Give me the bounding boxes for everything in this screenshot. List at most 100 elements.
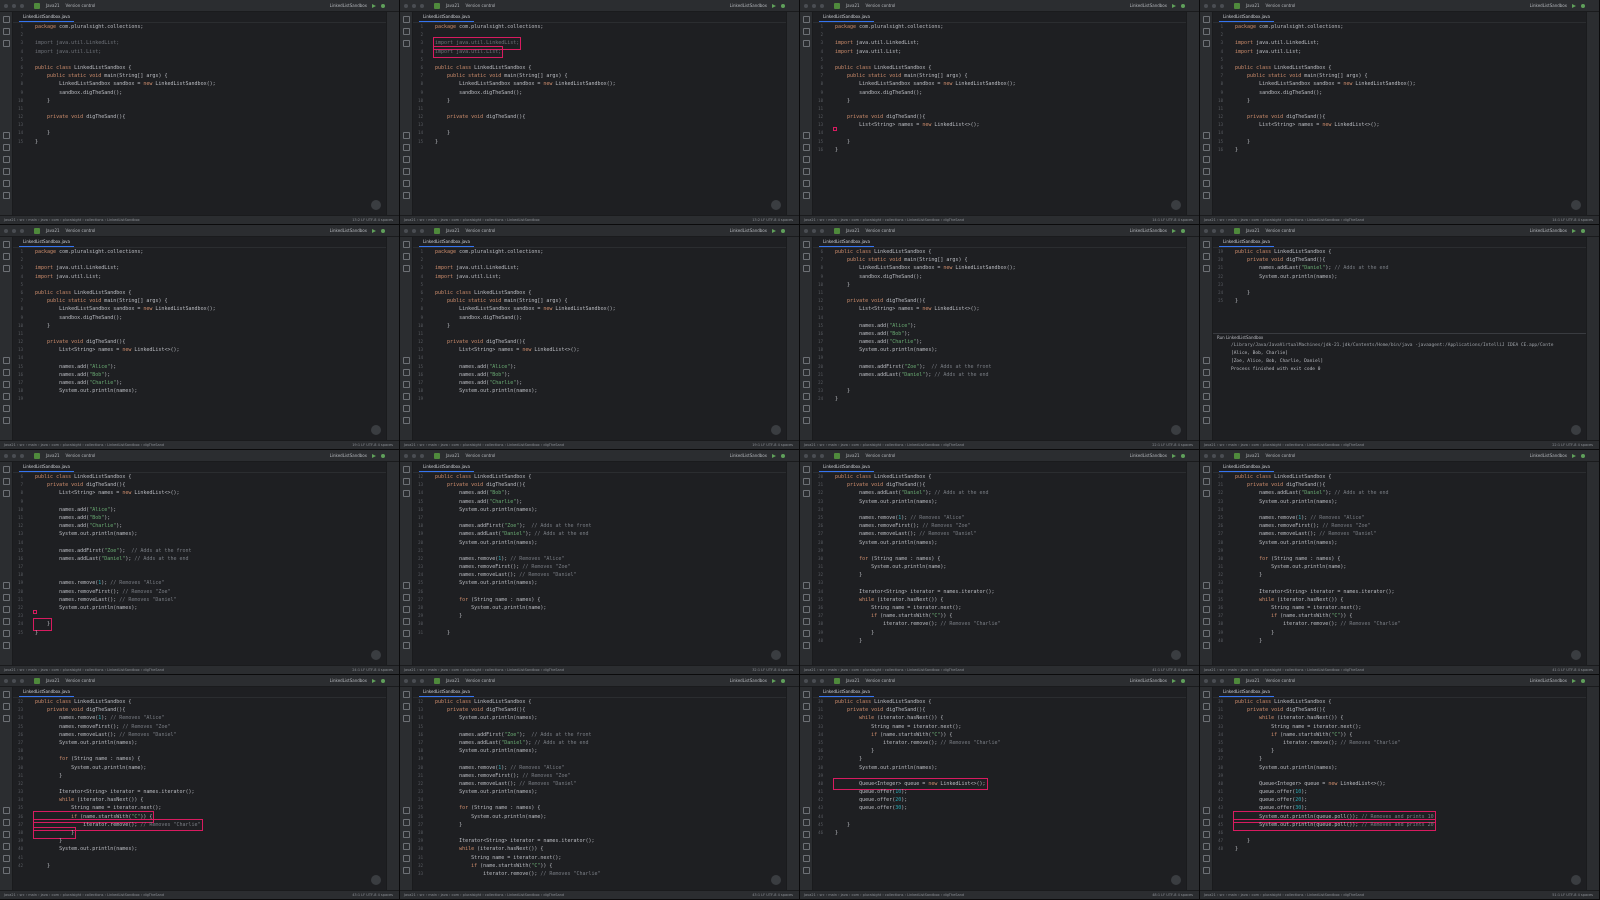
window-control-icon[interactable] [20,678,24,683]
debug-icon[interactable] [781,3,785,8]
tool-window-icon[interactable] [803,867,810,874]
debug-icon[interactable] [1181,228,1185,233]
project-name[interactable]: Java21 [446,678,460,683]
window-control-icon[interactable] [1204,453,1208,458]
tool-window-icon[interactable] [403,630,410,637]
tool-window-icon[interactable] [803,691,810,698]
tool-window-icon[interactable] [1203,265,1210,272]
tool-window-icon[interactable] [1203,369,1210,376]
tool-window-icon[interactable] [803,715,810,722]
tool-window-icon[interactable] [803,357,810,364]
tool-window-icon[interactable] [403,40,410,47]
run-icon[interactable] [1572,3,1576,8]
tool-window-icon[interactable] [1203,618,1210,625]
window-control-icon[interactable] [820,3,824,8]
tool-window-icon[interactable] [1203,831,1210,838]
tool-window-icon[interactable] [3,715,10,722]
tool-window-icon[interactable] [3,819,10,826]
run-tab[interactable]: Run LinkedListSandbox [1213,334,1586,342]
tool-window-icon[interactable] [403,691,410,698]
assistant-icon[interactable] [371,200,381,210]
breadcrumb[interactable]: Java21 › src › main › java › com › plura… [804,443,964,447]
tool-window-icon[interactable] [1203,192,1210,199]
cursor-position[interactable]: 13:2 LF UTF-8 4 spaces [752,216,793,224]
project-name[interactable]: Java21 [846,678,860,683]
tool-window-icon[interactable] [403,16,410,23]
code-editor[interactable]: 30 public class LinkedListSandbox {31 pri… [813,698,1186,889]
debug-icon[interactable] [381,3,385,8]
tool-window-icon[interactable] [1203,241,1210,248]
project-name[interactable]: Java21 [846,3,860,8]
tool-window-icon[interactable] [403,642,410,649]
tool-window-icon[interactable] [803,393,810,400]
run-config-select[interactable]: LinkedListSandbox [730,453,767,458]
window-control-icon[interactable] [12,453,16,458]
tool-window-icon[interactable] [403,28,410,35]
tool-window-icon[interactable] [3,168,10,175]
run-icon[interactable] [372,228,376,233]
tool-window-icon[interactable] [3,192,10,199]
tool-window-icon[interactable] [3,843,10,850]
vcs-menu[interactable]: Version control [66,453,96,458]
run-config-select[interactable]: LinkedListSandbox [1530,453,1567,458]
tool-window-icon[interactable] [1203,156,1210,163]
debug-icon[interactable] [1181,3,1185,8]
tool-window-icon[interactable] [403,843,410,850]
window-control-icon[interactable] [20,228,24,233]
window-control-icon[interactable] [420,228,424,233]
assistant-icon[interactable] [371,650,381,660]
breadcrumb[interactable]: Java21 › src › main › java › com › plura… [4,668,164,672]
cursor-position[interactable]: 19:1 LF UTF-8 4 spaces [752,441,793,449]
window-control-icon[interactable] [812,678,816,683]
debug-icon[interactable] [1581,453,1585,458]
window-control-icon[interactable] [820,678,824,683]
tool-window-icon[interactable] [403,253,410,260]
window-control-icon[interactable] [20,3,24,8]
tool-window-icon[interactable] [403,168,410,175]
assistant-icon[interactable] [1171,200,1181,210]
vcs-menu[interactable]: Version control [466,678,496,683]
tool-window-icon[interactable] [803,16,810,23]
debug-icon[interactable] [381,228,385,233]
tool-window-icon[interactable] [803,132,810,139]
tool-window-icon[interactable] [3,405,10,412]
file-tab[interactable]: LinkedListSandbox.java [819,238,874,247]
vcs-menu[interactable]: Version control [866,228,896,233]
breadcrumb[interactable]: Java21 › src › main › java › com › plura… [404,443,564,447]
tool-window-icon[interactable] [3,807,10,814]
tool-window-icon[interactable] [403,466,410,473]
assistant-icon[interactable] [371,875,381,885]
tool-window-icon[interactable] [403,807,410,814]
tool-window-icon[interactable] [1203,381,1210,388]
window-control-icon[interactable] [1220,678,1224,683]
code-editor[interactable]: 6 public class LinkedListSandbox {7 priva… [13,473,386,664]
tool-window-icon[interactable] [403,867,410,874]
tool-window-icon[interactable] [403,405,410,412]
window-control-icon[interactable] [412,453,416,458]
run-config-select[interactable]: LinkedListSandbox [330,3,367,8]
debug-icon[interactable] [1581,228,1585,233]
tool-window-icon[interactable] [1203,405,1210,412]
code-editor[interactable]: 20 public class LinkedListSandbox {21 pri… [813,473,1186,664]
tool-window-icon[interactable] [3,265,10,272]
assistant-icon[interactable] [771,200,781,210]
tool-window-icon[interactable] [1203,691,1210,698]
tool-window-icon[interactable] [803,478,810,485]
window-control-icon[interactable] [804,3,808,8]
window-control-icon[interactable] [1204,678,1208,683]
breadcrumb[interactable]: Java21 › src › main › java › com › plura… [404,893,564,897]
tool-window-icon[interactable] [403,393,410,400]
assistant-icon[interactable] [1171,425,1181,435]
code-editor[interactable]: 19 public class LinkedListSandbox {20 pri… [1213,248,1586,331]
window-control-icon[interactable] [1204,228,1208,233]
run-config-select[interactable]: LinkedListSandbox [730,678,767,683]
tool-window-icon[interactable] [3,417,10,424]
window-control-icon[interactable] [412,3,416,8]
breadcrumb[interactable]: Java21 › src › main › java › com › plura… [404,668,564,672]
project-name[interactable]: Java21 [1246,3,1260,8]
cursor-position[interactable]: 43:1 LF UTF-8 4 spaces [752,891,793,899]
tool-window-icon[interactable] [403,715,410,722]
tool-window-icon[interactable] [803,466,810,473]
run-config-select[interactable]: LinkedListSandbox [1130,3,1167,8]
tool-window-icon[interactable] [803,241,810,248]
